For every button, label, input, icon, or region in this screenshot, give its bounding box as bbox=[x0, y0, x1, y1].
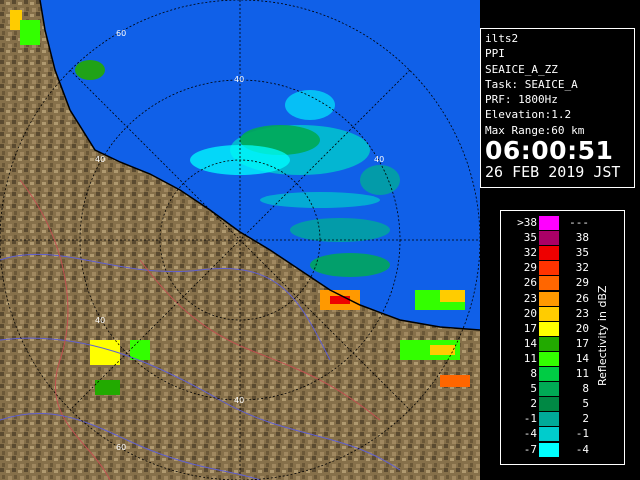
legend-lower-bound: 35 bbox=[523, 231, 537, 245]
legend-lower-bound: 32 bbox=[523, 246, 537, 260]
legend-row: 26 29 bbox=[501, 276, 601, 291]
legend-row: 8 11 bbox=[501, 367, 601, 382]
legend-row: 11 14 bbox=[501, 351, 601, 366]
legend-lower-bound: 5 bbox=[530, 382, 537, 396]
legend-color-swatch bbox=[539, 367, 559, 382]
range-label: 40 bbox=[234, 75, 244, 84]
legend-color-swatch bbox=[539, 291, 559, 306]
legend-lower-bound: -1 bbox=[523, 412, 537, 426]
legend-color-swatch bbox=[539, 397, 559, 412]
range-label: 40 bbox=[95, 155, 105, 164]
legend-color-swatch bbox=[539, 351, 559, 366]
legend-color-swatch bbox=[539, 427, 559, 442]
legend-upper-bound: 11 bbox=[575, 367, 589, 380]
legend-unit-label: Reflectivity in dBZ bbox=[596, 285, 609, 387]
scan-date: 26 FEB 2019 JST bbox=[485, 163, 621, 182]
legend-upper-bound: 8 bbox=[582, 382, 589, 396]
legend-upper-bound: 23 bbox=[575, 306, 589, 320]
legend-lower-bound: >38 bbox=[517, 216, 537, 229]
legend-row: -7 -4 bbox=[501, 442, 601, 457]
legend-row: 17 20 bbox=[501, 321, 601, 336]
legend-lower-bound: 26 bbox=[523, 276, 537, 290]
range-label: 40 bbox=[374, 155, 384, 164]
legend-row: 20 23 bbox=[501, 306, 601, 321]
legend-lower-bound: 8 bbox=[530, 367, 537, 380]
scan-time: 06:00:51 bbox=[485, 136, 614, 166]
legend-lower-bound: 20 bbox=[523, 306, 537, 320]
legend-color-swatch bbox=[539, 336, 559, 351]
product-name: SEAICE_A_ZZ bbox=[485, 62, 558, 76]
range-label: 60 bbox=[116, 443, 126, 452]
legend-upper-bound: 38 bbox=[575, 231, 589, 245]
legend-upper-bound: -1 bbox=[575, 427, 589, 441]
legend-row: -1 2 bbox=[501, 412, 601, 427]
legend-row: -4 -1 bbox=[501, 427, 601, 442]
legend-color-swatch bbox=[539, 321, 559, 336]
legend-lower-bound: 29 bbox=[523, 261, 537, 275]
legend-row: 25 bbox=[501, 397, 601, 412]
task-name: Task: SEAICE_A bbox=[485, 77, 578, 91]
legend-color-swatch bbox=[539, 216, 559, 231]
legend-row: 29 32 bbox=[501, 261, 601, 276]
legend-color-swatch bbox=[539, 382, 559, 397]
legend-color-swatch bbox=[539, 261, 559, 276]
scan-type: PPI bbox=[485, 47, 505, 61]
legend-upper-bound: 35 bbox=[575, 246, 589, 260]
legend-upper-bound: 29 bbox=[575, 276, 589, 290]
reflectivity-legend: >38 --- 35 38 32 35 29 32 26 29 23 26 20 23 17 20 14 17 11… bbox=[500, 210, 625, 465]
legend-upper-bound: 17 bbox=[575, 336, 589, 350]
legend-row: >38 --- bbox=[501, 216, 601, 231]
legend-upper-bound: 2 bbox=[582, 412, 589, 426]
legend-color-swatch bbox=[539, 412, 559, 427]
legend-upper-bound: 32 bbox=[575, 261, 589, 275]
legend-lower-bound: 11 bbox=[523, 351, 537, 365]
legend-color-swatch bbox=[539, 442, 559, 457]
legend-color-swatch bbox=[539, 246, 559, 261]
legend-lower-bound: -7 bbox=[523, 442, 537, 456]
legend-lower-bound: 17 bbox=[523, 321, 537, 335]
legend-lower-bound: 14 bbox=[523, 336, 537, 350]
range-label: 40 bbox=[95, 316, 105, 325]
legend-lower-bound: 2 bbox=[530, 397, 537, 411]
legend-upper-bound: 26 bbox=[575, 291, 589, 305]
legend-row: 58 bbox=[501, 382, 601, 397]
legend-row: 35 38 bbox=[501, 231, 601, 246]
elevation-value: Elevation:1.2 bbox=[485, 108, 572, 122]
legend-color-swatch bbox=[539, 231, 559, 246]
station-name: ilts2 bbox=[485, 32, 519, 45]
legend-lower-bound: -4 bbox=[523, 427, 537, 441]
legend-upper-bound: 14 bbox=[575, 351, 589, 365]
scan-info-panel: ilts2 PPI SEAICE_A_ZZ Task: SEAICE_A PRF… bbox=[480, 28, 635, 188]
legend-color-swatch bbox=[539, 306, 559, 321]
prf-value: PRF: 1800Hz bbox=[485, 93, 558, 107]
legend-lower-bound: 23 bbox=[523, 291, 537, 305]
range-label: 40 bbox=[234, 396, 244, 405]
legend-row: 32 35 bbox=[501, 246, 601, 261]
legend-upper-bound: 20 bbox=[575, 321, 589, 335]
legend-row: 14 17 bbox=[501, 336, 601, 351]
range-label: 60 bbox=[116, 29, 126, 38]
legend-row: 23 26 bbox=[501, 291, 601, 306]
legend-upper-bound: --- bbox=[569, 216, 589, 229]
legend-color-swatch bbox=[539, 276, 559, 291]
legend-upper-bound: 5 bbox=[582, 397, 589, 411]
radar-ppi-map: 60 40 40 40 40 40 60 bbox=[0, 0, 480, 480]
legend-upper-bound: -4 bbox=[575, 442, 589, 456]
